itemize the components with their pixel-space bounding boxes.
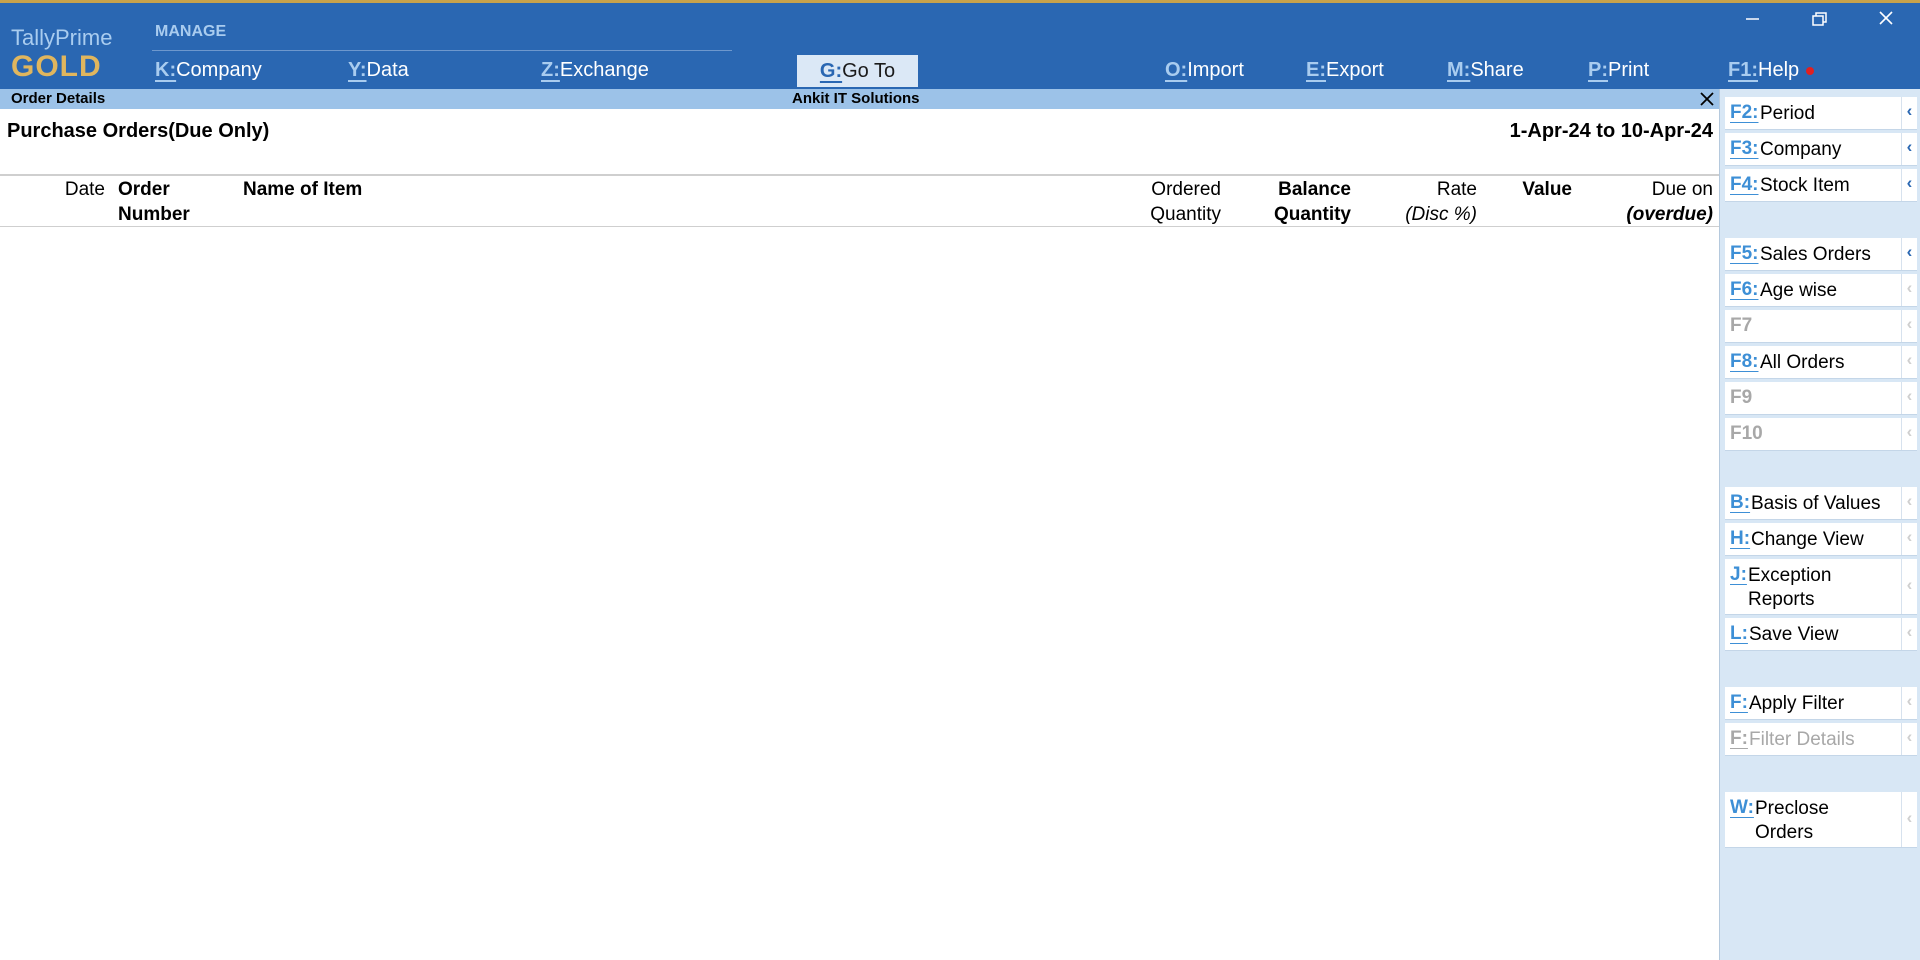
chevron-left-icon: ‹ <box>1901 559 1917 614</box>
menu-data[interactable]: Y:Data <box>348 59 409 82</box>
save-view-button[interactable]: L: Save View ‹ <box>1725 618 1917 651</box>
column-value: Value <box>1522 179 1572 200</box>
column-ordered-quantity: Ordered Quantity <box>1150 179 1221 225</box>
preclose-orders-button[interactable]: W: Preclose Orders ‹ <box>1725 792 1917 848</box>
brand-edition: GOLD <box>11 50 102 83</box>
header-divider-top <box>0 174 1719 176</box>
close-report-icon[interactable] <box>1698 90 1716 108</box>
menu-import[interactable]: O:Import <box>1165 59 1244 82</box>
button-bar: F2: Period ‹ F3: Company ‹ F4: Stock Ite… <box>1719 89 1920 960</box>
chevron-left-icon: ‹ <box>1901 169 1917 201</box>
menu-go-to[interactable]: G:Go To <box>797 55 918 87</box>
report-period: 1-Apr-24 to 10-Apr-24 <box>1509 120 1713 142</box>
menu-export[interactable]: E:Export <box>1306 59 1384 82</box>
all-orders-button[interactable]: F8: All Orders ‹ <box>1725 346 1917 379</box>
chevron-left-icon: ‹ <box>1901 346 1917 378</box>
chevron-left-icon: ‹ <box>1901 274 1917 306</box>
column-balance-quantity: Balance Quantity <box>1273 179 1351 225</box>
apply-filter-button[interactable]: F: Apply Filter ‹ <box>1725 687 1917 720</box>
f10-button: F10 ‹ <box>1725 418 1917 451</box>
f7-button: F7 ‹ <box>1725 310 1917 343</box>
column-due-on: Due on (overdue) <box>1626 179 1713 225</box>
brand-name: TallyPrime <box>11 25 113 50</box>
menu-help[interactable]: F1:Help <box>1728 59 1815 82</box>
chevron-left-icon: ‹ <box>1901 382 1917 414</box>
chevron-left-icon: ‹ <box>1901 418 1917 450</box>
chevron-left-icon: ‹ <box>1901 310 1917 342</box>
chevron-left-icon: ‹ <box>1901 133 1917 165</box>
chevron-left-icon: ‹ <box>1901 792 1917 847</box>
column-rate: Rate (Disc %) <box>1405 179 1477 225</box>
close-window-icon[interactable] <box>1869 7 1903 33</box>
report-title-strip: Order Details Ankit IT Solutions <box>0 89 1719 109</box>
top-menu-bar: TallyPrime GOLD MANAGE K:Company Y:Data … <box>0 0 1920 89</box>
change-view-button[interactable]: H: Change View ‹ <box>1725 523 1917 556</box>
menu-share[interactable]: M:Share <box>1447 59 1524 82</box>
chevron-left-icon: ‹ <box>1901 723 1917 755</box>
header-divider-bottom <box>0 226 1719 227</box>
column-order-number: Order Number <box>118 179 190 225</box>
column-date: Date <box>64 179 105 200</box>
report-name: Order Details <box>11 90 106 107</box>
manage-group-label: MANAGE <box>155 23 227 40</box>
age-wise-button[interactable]: F6: Age wise ‹ <box>1725 274 1917 307</box>
minimize-icon[interactable] <box>1735 7 1769 33</box>
notification-dot-icon <box>1806 66 1815 75</box>
chevron-left-icon: ‹ <box>1901 687 1917 719</box>
chevron-left-icon: ‹ <box>1901 487 1917 519</box>
menu-print[interactable]: P:Print <box>1588 59 1649 82</box>
chevron-left-icon: ‹ <box>1901 97 1917 129</box>
restore-icon[interactable] <box>1802 7 1836 33</box>
menu-exchange[interactable]: Z:Exchange <box>541 59 649 82</box>
chevron-left-icon: ‹ <box>1901 523 1917 555</box>
filter-details-button: F: Filter Details ‹ <box>1725 723 1917 756</box>
basis-of-values-button[interactable]: B: Basis of Values ‹ <box>1725 487 1917 520</box>
chevron-left-icon: ‹ <box>1901 238 1917 270</box>
sales-orders-button[interactable]: F5: Sales Orders ‹ <box>1725 238 1917 271</box>
exception-reports-button[interactable]: J: Exception Reports ‹ <box>1725 559 1917 615</box>
page-title: Purchase Orders(Due Only) <box>7 120 270 142</box>
chevron-left-icon: ‹ <box>1901 618 1917 650</box>
manage-divider <box>152 50 732 51</box>
stock-item-button[interactable]: F4: Stock Item ‹ <box>1725 169 1917 202</box>
f9-button: F9 ‹ <box>1725 382 1917 415</box>
period-button[interactable]: F2: Period ‹ <box>1725 97 1917 130</box>
company-name: Ankit IT Solutions <box>792 90 920 107</box>
company-button[interactable]: F3: Company ‹ <box>1725 133 1917 166</box>
menu-company[interactable]: K:Company <box>155 59 262 82</box>
column-item-name: Name of Item <box>243 179 363 200</box>
